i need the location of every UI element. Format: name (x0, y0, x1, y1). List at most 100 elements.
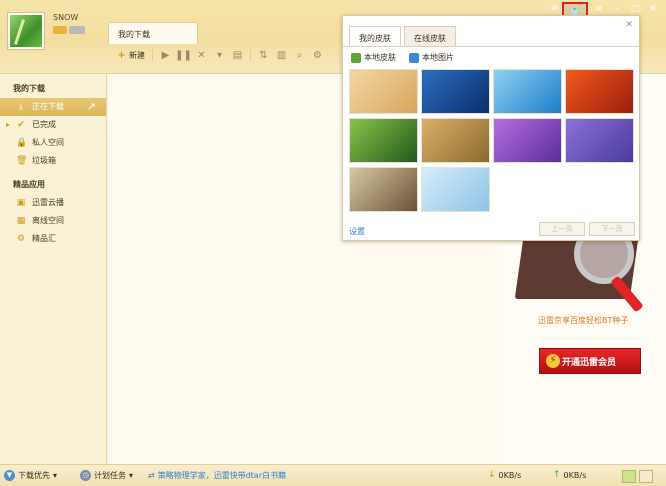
sidebar: 我的下载 ⤓ 正在下载 ↗ ▸ ✔ 已完成 🔒 私人空间 🗑 垃圾箱 精品应用 … (0, 74, 107, 464)
skin-thumb-wheat[interactable] (421, 118, 490, 163)
upload-arrow-icon: ↑ (553, 470, 561, 480)
skin-thumbnail-grid (349, 69, 635, 212)
sidebar-item-trash[interactable]: 🗑 垃圾箱 (0, 152, 106, 170)
level-badge (53, 26, 67, 34)
priority-mode-button[interactable]: ▼ 下载优先 ▾ (4, 470, 57, 481)
toolbar-divider (250, 49, 251, 61)
sidebar-item-label: 离线空间 (32, 216, 64, 225)
plus-icon: + (117, 49, 126, 61)
vip-badge (69, 26, 85, 34)
vip-signup-button[interactable]: ⚡ 开通迅雷会员 (539, 348, 641, 374)
skin-thumb-purple-flowers[interactable] (565, 118, 634, 163)
thunder-logo-icon: ⚡ (546, 354, 560, 368)
download-icon: ⤓ (19, 102, 23, 112)
next-page-button[interactable]: 下一页 (589, 222, 635, 236)
dropdown-arrow-icon: ▾ (129, 471, 134, 480)
shirt-icon (351, 52, 361, 63)
pause-icon[interactable]: ❚❚ (175, 50, 192, 61)
offline-space-icon: ▦ (16, 216, 26, 226)
skin-thumb-blue-flower[interactable] (493, 69, 562, 114)
sidebar-item-label: 私人空间 (32, 138, 64, 147)
tab-my-downloads[interactable]: 我的下载 (108, 22, 198, 44)
minimize-icon[interactable]: – (610, 4, 624, 14)
download-speed: ↓ 0KB/s (488, 470, 521, 480)
ad-caption[interactable]: 迅雷京享百度轻松BT种子 (538, 315, 628, 326)
scheduled-task-button[interactable]: ◷ 计划任务 ▾ (80, 470, 133, 481)
skin-thumb-sky[interactable] (421, 167, 490, 212)
cloud-play-icon: ▣ (16, 198, 26, 208)
download-toolbar: + 新建 ▶ ❚❚ ✕ ▾ ▤ ⇅ ▥ ⌕ ⚙ (108, 44, 340, 66)
delete-icon[interactable]: ✕ (196, 50, 207, 61)
clock-icon: ◷ (80, 470, 91, 481)
sidebar-item-label: 垃圾箱 (32, 156, 56, 165)
trash-icon: 🗑 (16, 156, 28, 166)
priority-label: 下载优先 (18, 471, 50, 480)
schedule-label: 计划任务 (94, 471, 126, 480)
sidebar-group-apps: 精品应用 (13, 180, 45, 189)
upload-speed: ↑ 0KB/s (553, 470, 586, 480)
toolbar-divider (152, 49, 153, 61)
avatar[interactable] (8, 13, 44, 49)
layout-toggle (622, 470, 653, 483)
download-arrow-icon: ↓ (488, 470, 496, 480)
skin-popup: 我的皮肤 在线皮肤 ✕ 本地皮肤 本地图片 设置 上一页 下一页 (342, 15, 640, 241)
list-view-button[interactable] (622, 470, 636, 483)
skin-thumb-feather[interactable] (349, 69, 418, 114)
sidebar-item-label: 迅雷云播 (32, 198, 64, 207)
sidebar-item-boutique[interactable]: ⚙ 精品汇 (0, 230, 106, 248)
image-icon (409, 52, 419, 63)
mail-icon[interactable]: ✉ (548, 4, 562, 14)
skin-thumb-red-flower[interactable] (565, 69, 634, 114)
gear-icon: ⚙ (16, 234, 26, 244)
settings-gear-icon[interactable]: ⚙ (312, 50, 323, 61)
folder-icon[interactable]: ▤ (232, 50, 243, 61)
sidebar-group-my-downloads: 我的下载 (13, 84, 45, 93)
upload-speed-value: 0KB/s (563, 470, 587, 480)
sidebar-item-label: 正在下载 (32, 102, 64, 111)
notice-link[interactable]: ⇄ 策略物理学家，迅雷快带dtar白书籍 (148, 470, 286, 481)
check-icon: ✔ (17, 120, 25, 130)
detail-view-button[interactable] (639, 470, 653, 483)
view-toggle-icon[interactable]: ▥ (276, 50, 287, 61)
dropdown-arrow-icon[interactable]: ▾ (214, 50, 225, 61)
new-task-button[interactable]: + 新建 (116, 50, 145, 61)
download-speed-value: 0KB/s (498, 470, 522, 480)
sidebar-item-completed[interactable]: ▸ ✔ 已完成 (0, 116, 106, 134)
prev-page-button[interactable]: 上一页 (539, 222, 585, 236)
username[interactable]: SNOW (53, 13, 78, 22)
skin-thumb-purple-drops[interactable] (493, 118, 562, 163)
notice-arrow-icon: ⇄ (148, 471, 155, 480)
sidebar-item-label: 精品汇 (32, 234, 56, 243)
expand-arrow-icon[interactable]: ▸ (6, 116, 10, 134)
maximize-icon[interactable]: □ (628, 4, 642, 14)
new-task-label: 新建 (129, 50, 145, 60)
search-icon[interactable]: ⌕ (294, 50, 305, 61)
dropdown-arrow-icon: ▾ (53, 471, 58, 480)
speed-icon: ▼ (4, 470, 15, 481)
sidebar-item-downloading[interactable]: ⤓ 正在下载 ↗ (0, 98, 106, 116)
skin-tabs: 我的皮肤 在线皮肤 (349, 26, 456, 46)
local-image-button[interactable]: 本地图片 (409, 52, 454, 63)
skin-thumb-blue-water[interactable] (421, 69, 490, 114)
tab-my-skins[interactable]: 我的皮肤 (349, 26, 401, 46)
popup-close-icon[interactable]: ✕ (625, 20, 633, 30)
status-bar: ▼ 下载优先 ▾ ◷ 计划任务 ▾ ⇄ 策略物理学家，迅雷快带dtar白书籍 ↓… (0, 464, 666, 486)
menu-icon[interactable]: ≡ (592, 4, 606, 14)
lock-icon: 🔒 (16, 138, 28, 148)
sidebar-item-private-space[interactable]: 🔒 私人空间 (0, 134, 106, 152)
skin-thumb-bamboo[interactable] (349, 167, 418, 212)
start-icon[interactable]: ▶ (160, 50, 171, 61)
sidebar-item-cloud-play[interactable]: ▣ 迅雷云播 (0, 194, 106, 212)
settings-link[interactable]: 设置 (349, 226, 365, 237)
vip-signup-label: 开通迅雷会员 (562, 357, 617, 368)
close-icon[interactable]: ✕ (646, 4, 660, 14)
local-skin-label: 本地皮肤 (364, 53, 396, 62)
pin-icon[interactable]: ↗ (87, 98, 96, 116)
tab-online-skins[interactable]: 在线皮肤 (404, 26, 456, 46)
notice-text: 策略物理学家，迅雷快带dtar白书籍 (157, 471, 287, 480)
sort-icon[interactable]: ⇅ (258, 50, 269, 61)
sidebar-item-offline-space[interactable]: ▦ 离线空间 (0, 212, 106, 230)
local-image-label: 本地图片 (422, 53, 454, 62)
skin-thumb-green-grass[interactable] (349, 118, 418, 163)
local-skin-button[interactable]: 本地皮肤 (351, 52, 396, 63)
